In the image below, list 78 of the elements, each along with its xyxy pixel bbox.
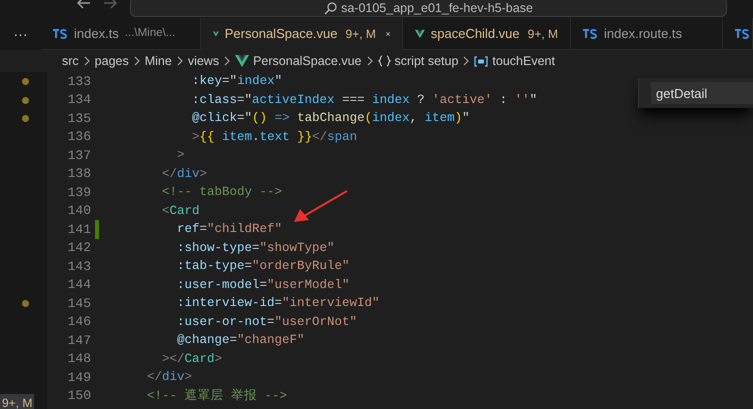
code-line: >{{ item.text }}</span xyxy=(191,128,358,146)
line-number: 141 xyxy=(66,220,91,238)
chevron-icon xyxy=(224,56,230,66)
line-number: 142 xyxy=(66,239,91,257)
code-line: :user-model="userModel" xyxy=(176,276,350,294)
editor-tab[interactable] xyxy=(723,18,753,50)
vue-file-icon xyxy=(415,28,425,40)
chevron-icon xyxy=(176,56,183,66)
more-actions[interactable]: ··· xyxy=(14,27,28,41)
tab-label: index.ts xyxy=(74,24,119,43)
breadcrumb-item[interactable]: script setup xyxy=(378,52,458,70)
line-number: 137 xyxy=(66,146,91,164)
line-number: 135 xyxy=(66,110,91,128)
line-number: 140 xyxy=(66,202,91,220)
editor-tab[interactable]: spaceChild.vue 9+, M xyxy=(403,18,571,50)
tab-path: ...\Mine\... xyxy=(124,26,176,41)
code-line: @click="() => tabChange(index, item)" xyxy=(191,110,470,128)
code-line: </div> xyxy=(146,369,192,386)
back-arrow-icon[interactable] xyxy=(77,0,91,9)
line-number: 143 xyxy=(66,258,91,276)
line-number: 138 xyxy=(66,165,91,183)
breadcrumb-item[interactable]: views xyxy=(188,52,220,70)
tab-status: 9+, M xyxy=(528,26,558,42)
breadcrumb-item[interactable]: src xyxy=(62,52,79,70)
breadcrumb-item[interactable]: touchEvent xyxy=(474,52,555,70)
typescript-file-icon xyxy=(53,28,68,38)
code-line: :show-type="showType" xyxy=(176,240,335,257)
chevron-icon xyxy=(463,56,470,66)
forward-arrow-icon[interactable] xyxy=(103,0,117,9)
braces-icon xyxy=(378,55,390,67)
search-icon xyxy=(324,2,338,14)
line-number: 139 xyxy=(66,184,91,202)
tab-status: 9+, M xyxy=(346,26,376,43)
breadcrumb-item[interactable]: Mine xyxy=(144,52,172,70)
find-input[interactable]: getDetail xyxy=(651,82,753,104)
code-line: ></Card> xyxy=(161,350,222,368)
editor-tab[interactable]: index.ts ...\Mine\... xyxy=(41,18,201,50)
code-line: :interview-id="interviewId" xyxy=(176,295,380,312)
tab-label: index.route.ts xyxy=(604,24,682,43)
tab-label: PersonalSpace.vue xyxy=(224,25,338,44)
line-number: 136 xyxy=(66,128,91,146)
code-line: :user-or-not="userOrNot" xyxy=(176,314,358,331)
annotation-arrow xyxy=(292,190,348,224)
typescript-file-icon xyxy=(583,28,598,38)
workspace-name: sa-0105_app_e01_fe-hev-h5-base xyxy=(341,1,533,15)
file-status: 9+, M xyxy=(0,394,34,409)
editor-tab[interactable]: PersonalSpace.vue 9+, M xyxy=(201,18,403,50)
line-number: 150 xyxy=(66,387,91,405)
line-number: 146 xyxy=(66,313,91,331)
code-line: :tab-type="orderByRule" xyxy=(176,258,350,276)
chevron-icon xyxy=(366,56,372,66)
tab-label: spaceChild.vue xyxy=(430,24,520,43)
line-number: 144 xyxy=(66,276,91,294)
vue-file-icon xyxy=(235,55,250,67)
breadcrumb-item[interactable]: pages xyxy=(94,52,129,70)
breadcrumb-item[interactable]: PersonalSpace.vue xyxy=(235,52,362,70)
line-number: 148 xyxy=(66,350,91,368)
code-line: @change="changeF" xyxy=(176,332,305,350)
command-center-search[interactable]: sa-0105_app_e01_fe-hev-h5-base xyxy=(130,0,727,17)
code-line: :key="index" xyxy=(191,73,282,90)
chevron-icon xyxy=(84,56,90,66)
code-line: </div> xyxy=(161,166,208,183)
code-line: <Card xyxy=(161,202,200,220)
editor-tab[interactable]: index.route.ts xyxy=(571,18,723,50)
code-line: <!-- 遮罩层 举报 --> xyxy=(146,388,288,405)
line-number: 147 xyxy=(66,332,91,350)
code-line: :class="activeIndex === index ? 'active' : ''" xyxy=(191,92,538,109)
close-icon[interactable] xyxy=(386,29,390,39)
code-line: > xyxy=(176,147,185,164)
typescript-file-icon xyxy=(735,28,750,38)
variable-symbol-icon xyxy=(474,56,488,66)
chevron-icon xyxy=(134,56,140,66)
line-number: 145 xyxy=(66,294,91,312)
line-number: 133 xyxy=(66,72,91,90)
code-line: ref="childRef" xyxy=(176,221,282,238)
code-line: <!-- tabBody --> xyxy=(161,184,282,202)
line-number: 134 xyxy=(66,91,91,109)
line-number: 149 xyxy=(66,368,91,386)
